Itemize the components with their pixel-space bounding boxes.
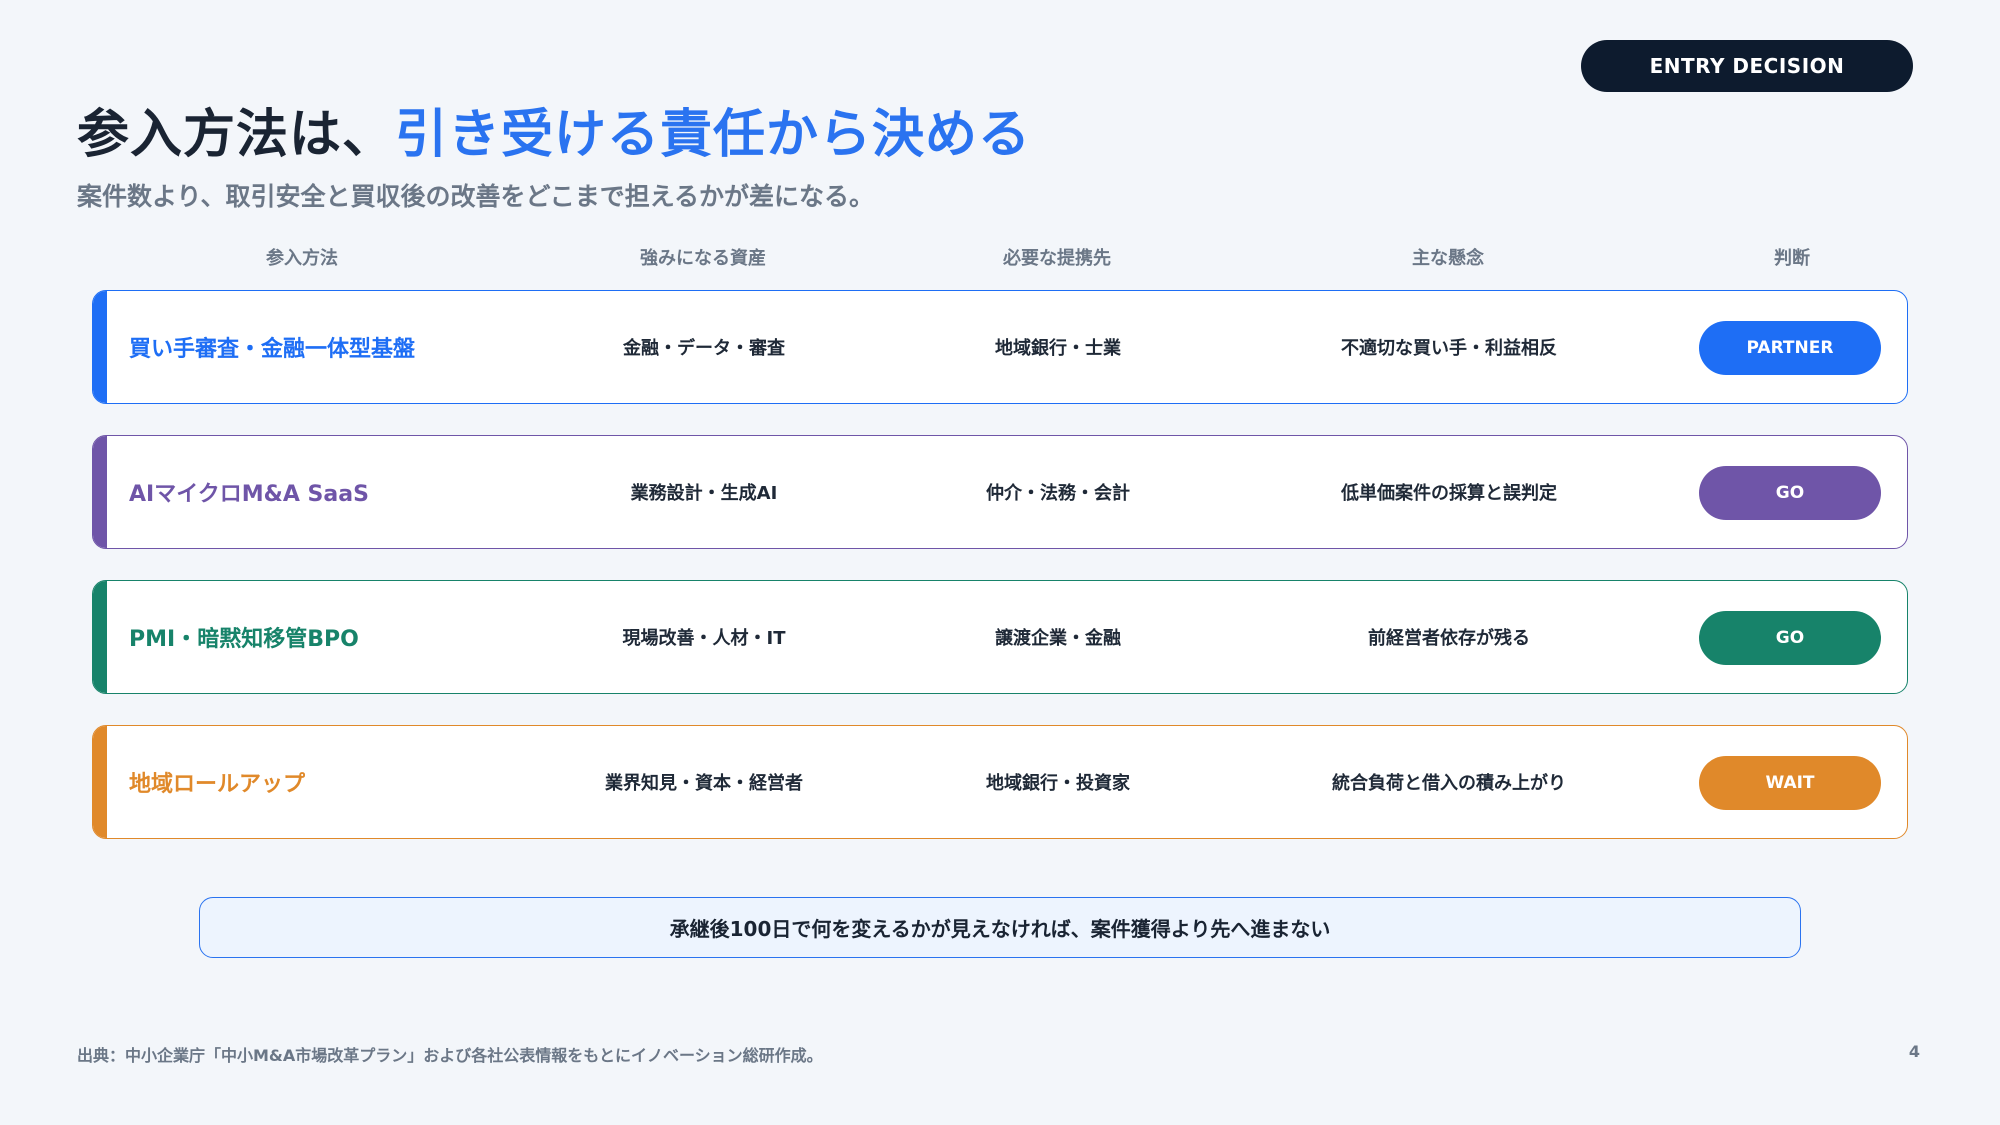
row-accent-bar: [93, 726, 107, 838]
column-header-method: 参入方法: [266, 248, 338, 269]
table-row: 買い手審査・金融一体型基盤 金融・データ・審査 地域銀行・士業 不適切な買い手・…: [92, 290, 1908, 404]
decision-pill: GO: [1699, 466, 1881, 520]
row-assets: 金融・データ・審査: [623, 338, 785, 359]
row-assets: 業務設計・生成AI: [630, 483, 778, 504]
decision-pill: GO: [1699, 611, 1881, 665]
row-concern: 前経営者依存が残る: [1368, 628, 1530, 649]
source-note: 出典：中小企業庁「中小M&A市場改革プラン」および各社公表情報をもとにイノベーシ…: [77, 1046, 823, 1065]
row-accent-bar: [93, 581, 107, 693]
row-concern: 統合負荷と借入の積み上がり: [1332, 773, 1566, 794]
table-row: 地域ロールアップ 業界知見・資本・経営者 地域銀行・投資家 統合負荷と借入の積み…: [92, 725, 1908, 839]
row-method: AIマイクロM&A SaaS: [129, 482, 369, 507]
row-partners: 地域銀行・士業: [995, 338, 1121, 359]
row-accent-bar: [93, 291, 107, 403]
row-method: 地域ロールアップ: [129, 772, 306, 797]
entry-decision-badge: ENTRY DECISION: [1581, 40, 1913, 92]
column-header-concern: 主な懸念: [1412, 248, 1484, 269]
page-title: 参入方法は、引き受ける責任から決める: [77, 92, 1031, 167]
page-subtitle: 案件数より、取引安全と買収後の改善をどこまで担えるかが差になる。: [77, 182, 875, 211]
column-header-partners: 必要な提携先: [1003, 248, 1111, 269]
decision-pill: WAIT: [1699, 756, 1881, 810]
row-assets: 現場改善・人材・IT: [622, 628, 786, 649]
row-partners: 譲渡企業・金融: [995, 628, 1121, 649]
key-message-callout: 承継後100日で何を変えるかが見えなければ、案件獲得より先へ進まない: [199, 897, 1801, 958]
row-assets: 業界知見・資本・経営者: [605, 773, 803, 794]
page-number: 4: [1908, 1042, 1920, 1061]
table-row: PMI・暗黙知移管BPO 現場改善・人材・IT 譲渡企業・金融 前経営者依存が残…: [92, 580, 1908, 694]
column-header-decision: 判断: [1774, 248, 1810, 269]
row-accent-bar: [93, 436, 107, 548]
page-title-accent: 引き受ける責任から決める: [395, 105, 1032, 165]
decision-pill: PARTNER: [1699, 321, 1881, 375]
page-title-main: 参入方法は、: [77, 105, 396, 165]
row-concern: 不適切な買い手・利益相反: [1341, 338, 1557, 359]
table-row: AIマイクロM&A SaaS 業務設計・生成AI 仲介・法務・会計 低単価案件の…: [92, 435, 1908, 549]
row-partners: 地域銀行・投資家: [986, 773, 1130, 794]
row-concern: 低単価案件の採算と誤判定: [1341, 483, 1557, 504]
row-method: 買い手審査・金融一体型基盤: [129, 337, 416, 362]
row-partners: 仲介・法務・会計: [986, 483, 1130, 504]
row-method: PMI・暗黙知移管BPO: [129, 627, 359, 652]
column-header-assets: 強みになる資産: [640, 248, 766, 269]
